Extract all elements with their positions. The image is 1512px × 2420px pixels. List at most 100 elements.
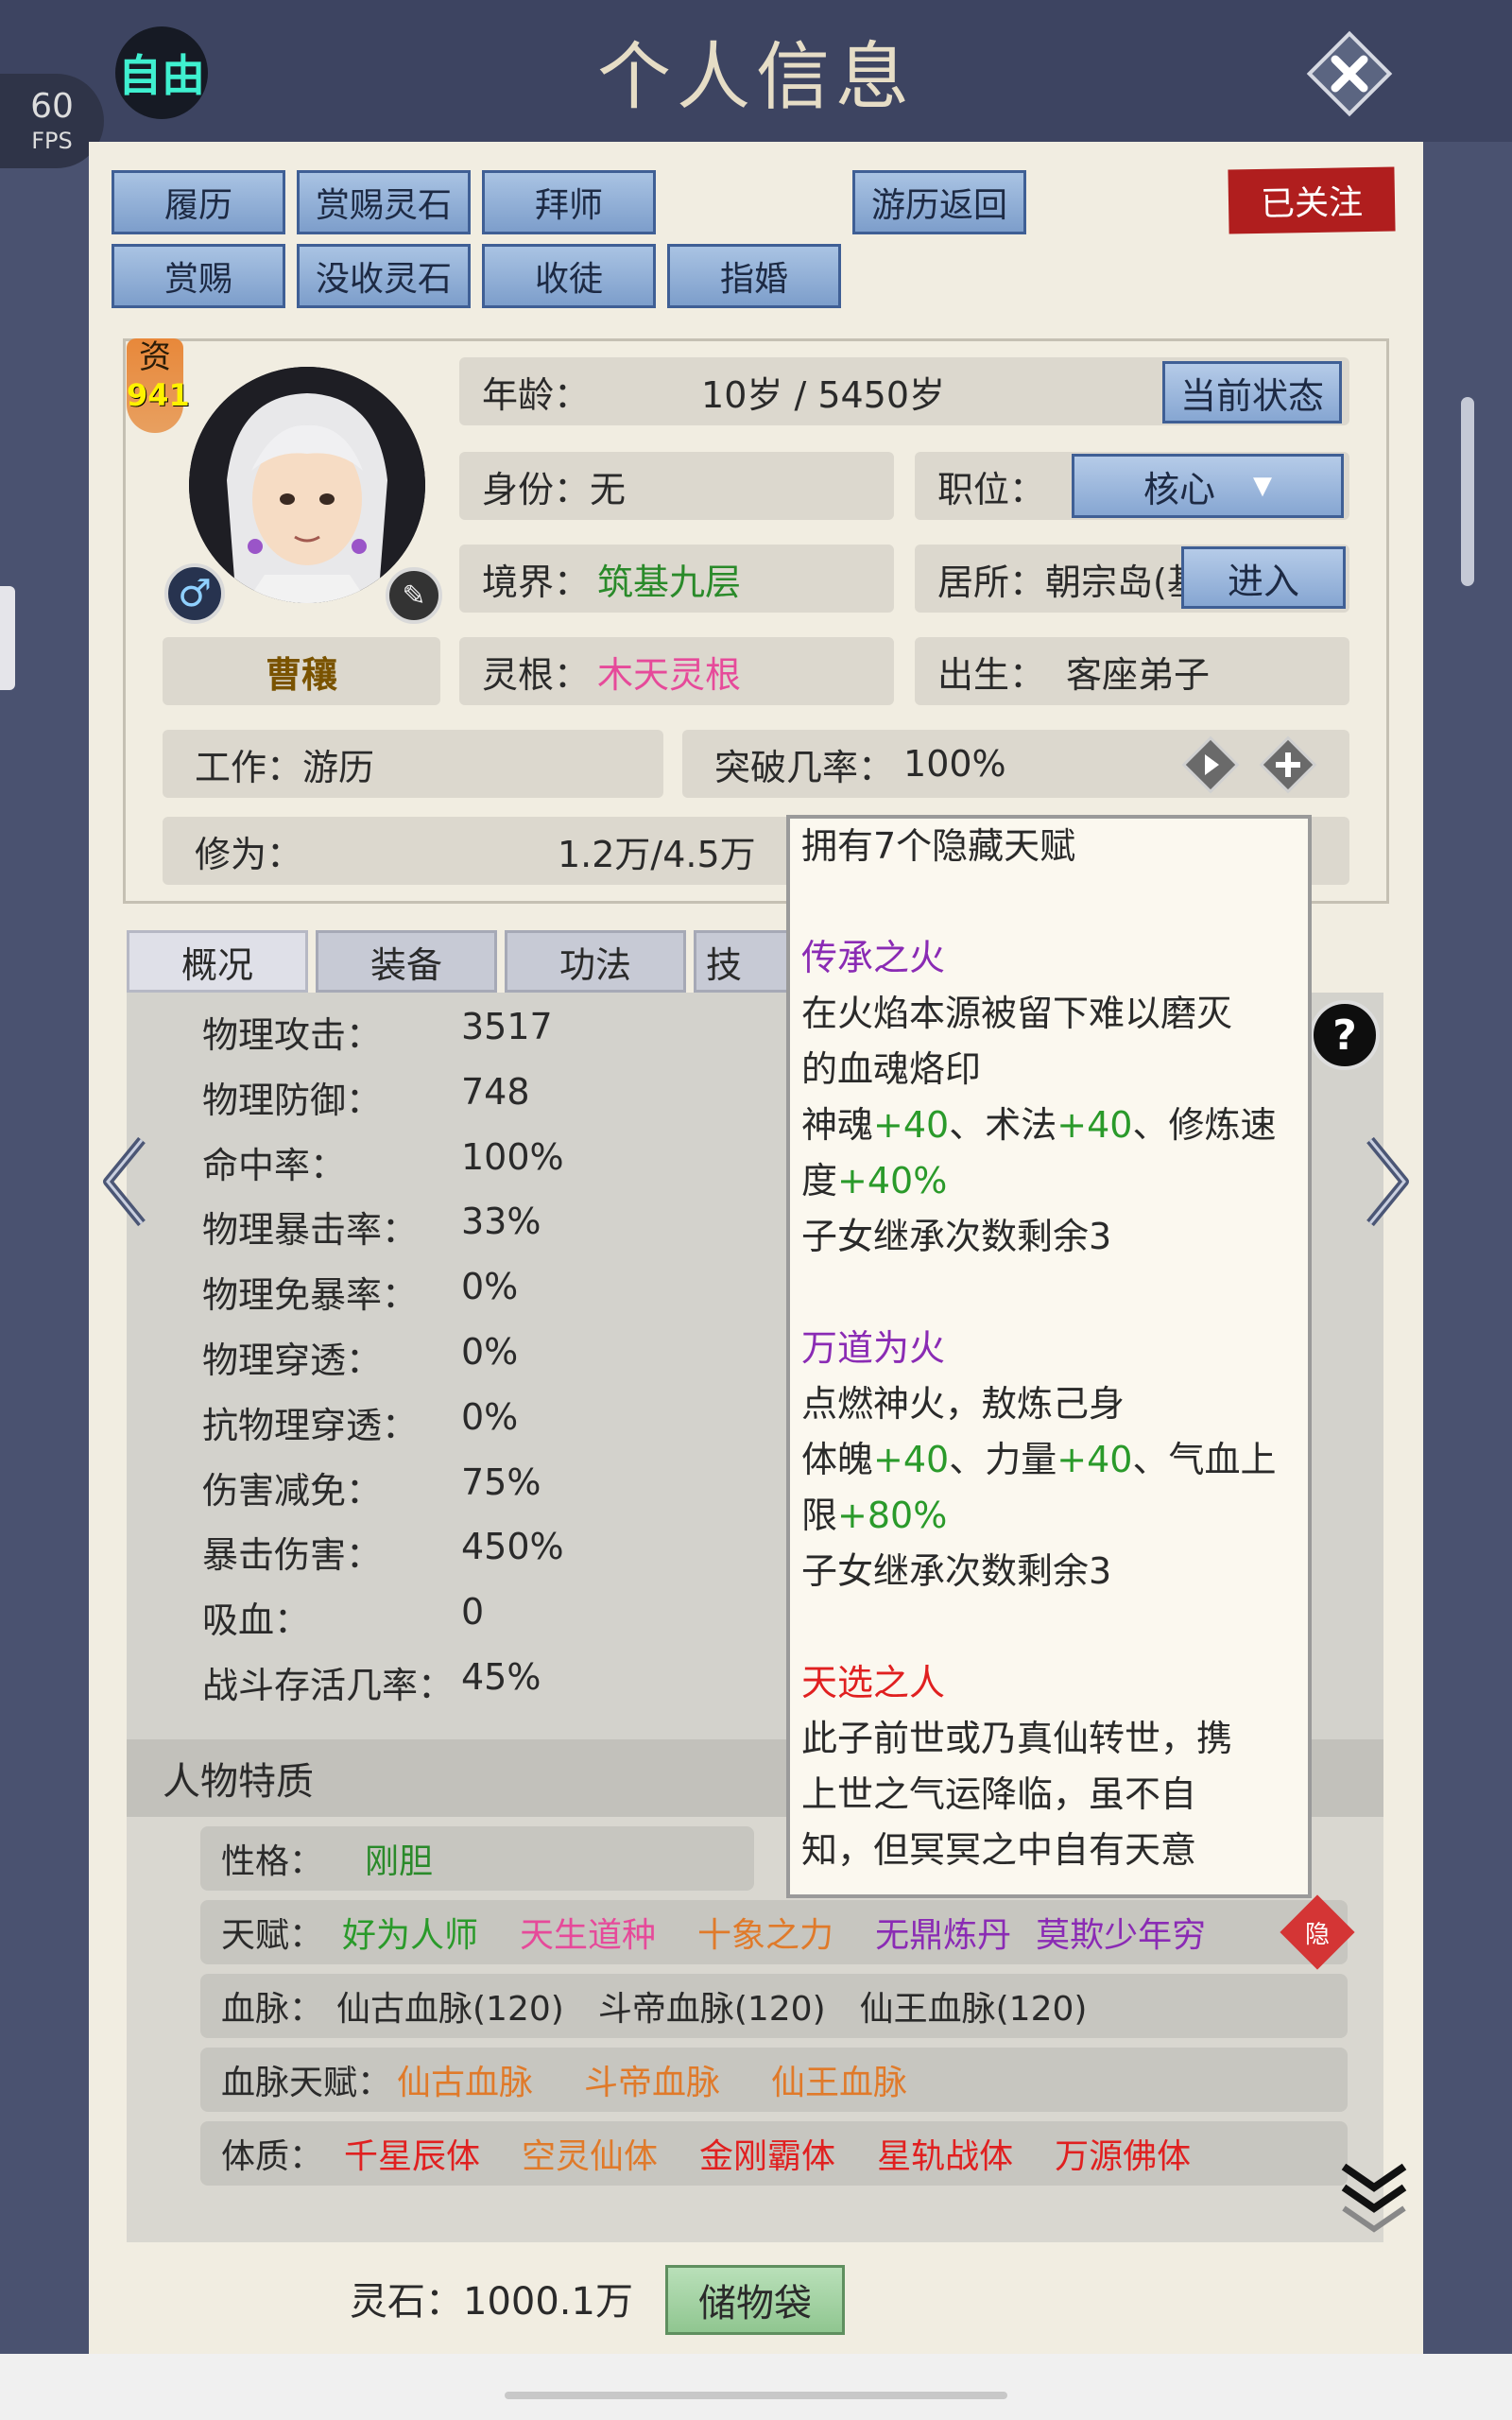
portrait-image bbox=[189, 367, 425, 603]
breakthrough-field: 突破几率： 100% bbox=[682, 730, 1349, 798]
side-handle[interactable] bbox=[0, 586, 15, 690]
reward-stones-button[interactable]: 赏赐灵石 bbox=[297, 170, 471, 234]
bonus-stat: 术法 bbox=[985, 1104, 1057, 1146]
identity-field: 身份： 无 bbox=[459, 452, 894, 520]
constitution-item: 万源佛体 bbox=[1055, 2137, 1192, 2176]
bloodline-label: 血脉： bbox=[221, 1990, 324, 2029]
constitution-label: 体质： bbox=[221, 2137, 324, 2176]
stat-label: 伤害减免： bbox=[202, 1469, 383, 1512]
tab-equipment[interactable]: 装备 bbox=[316, 930, 497, 993]
character-name[interactable]: 曹穰 bbox=[163, 637, 440, 705]
help-icon[interactable]: ? bbox=[1310, 1000, 1380, 1070]
talent-label: 天赋： bbox=[221, 1916, 324, 1955]
position-label: 职位： bbox=[937, 468, 1046, 510]
stat-label: 抗物理穿透： bbox=[202, 1404, 419, 1446]
home-indicator[interactable] bbox=[505, 2392, 1007, 2399]
storage-bag-button[interactable]: 储物袋 bbox=[665, 2265, 845, 2335]
bottom-strip bbox=[0, 2354, 1512, 2420]
constitution-item: 金刚霸体 bbox=[699, 2137, 836, 2176]
stat-label: 物理暴击率： bbox=[202, 1209, 419, 1252]
bonus-value: +40% bbox=[837, 1160, 948, 1201]
chevron-right-icon bbox=[1366, 1136, 1409, 1227]
work-value: 游历 bbox=[302, 746, 375, 788]
hidden-talents-tooltip: 拥有7个隐藏天赋 传承之火 在火焰本源被留下难以磨灭 的血魂烙印 神魂+40、术… bbox=[786, 815, 1312, 1898]
bloodline-talent-row: 血脉天赋： 仙古血脉 斗帝血脉 仙王血脉 bbox=[200, 2048, 1348, 2112]
constitution-item: 星轨战体 bbox=[877, 2137, 1014, 2176]
personality-label: 性格： bbox=[221, 1842, 324, 1881]
fps-value: 60 bbox=[30, 87, 74, 126]
travel-return-button[interactable]: 游历返回 bbox=[852, 170, 1026, 234]
tab-skills[interactable]: 技 bbox=[694, 930, 798, 993]
talent-name-chosen-one: 天选之人 bbox=[801, 1662, 946, 1703]
talent-item[interactable]: 好为人师 bbox=[342, 1908, 478, 1957]
talent-desc: 的血魂烙印 bbox=[801, 1048, 982, 1090]
bonus-stat: 度 bbox=[801, 1160, 838, 1201]
position-value: 核心 bbox=[1143, 468, 1215, 510]
stat-value: 0% bbox=[461, 1395, 519, 1438]
tooltip-intro: 拥有7个隐藏天赋 bbox=[801, 825, 1076, 867]
follow-button[interactable]: 已关注 bbox=[1228, 166, 1396, 234]
arrange-marriage-button[interactable]: 指婚 bbox=[667, 244, 841, 308]
position-select[interactable]: 核心 ▼ bbox=[1072, 454, 1344, 518]
constitution-item: 空灵仙体 bbox=[522, 2137, 659, 2176]
talent-desc: 上世之气运降临，虽不自 bbox=[801, 1773, 1197, 1815]
bonus-sep: 、 bbox=[1132, 1439, 1169, 1480]
talent-row: 天赋： 好为人师 天生道种 十象之力 无鼎炼丹 莫欺少年穷 bbox=[200, 1900, 1348, 1964]
personality-value: 刚胆 bbox=[365, 1842, 434, 1881]
cultivation-value: 1.2万/4.5万 bbox=[558, 833, 756, 875]
aptitude-value: 941 bbox=[127, 377, 190, 413]
history-button[interactable]: 履历 bbox=[112, 170, 285, 234]
tab-overview[interactable]: 概况 bbox=[127, 930, 308, 993]
stat-label: 暴击伤害： bbox=[202, 1534, 383, 1577]
cultivation-label: 修为： bbox=[195, 833, 303, 875]
bonus-value: +80% bbox=[837, 1495, 948, 1536]
breakthrough-play-button[interactable] bbox=[1179, 734, 1242, 800]
confiscate-stones-button[interactable]: 没收灵石 bbox=[297, 244, 471, 308]
reward-button[interactable]: 赏赐 bbox=[112, 244, 285, 308]
talent-item[interactable]: 莫欺少年穷 bbox=[1036, 1908, 1206, 1957]
talent-bonus-line: 体魄+40、力量+40、气血上 bbox=[801, 1432, 1300, 1488]
breakthrough-value: 100% bbox=[903, 743, 1006, 785]
stat-label: 物理穿透： bbox=[202, 1340, 383, 1381]
bloodline-talent-item: 斗帝血脉 bbox=[584, 2064, 721, 2102]
talent-desc: 知，但冥冥之中自有天意 bbox=[801, 1829, 1197, 1871]
stat-label: 物理攻击： bbox=[202, 1014, 383, 1056]
talent-remaining: 子女继承次数剩余3 bbox=[801, 1216, 1112, 1257]
take-disciple-button[interactable]: 收徒 bbox=[482, 244, 656, 308]
avatar[interactable] bbox=[189, 367, 425, 603]
breakthrough-plus-button[interactable] bbox=[1257, 734, 1319, 800]
tab-techniques[interactable]: 功法 bbox=[505, 930, 686, 993]
male-gender-icon: ♂ bbox=[164, 563, 225, 624]
talent-item[interactable]: 天生道种 bbox=[520, 1908, 656, 1957]
current-state-button[interactable]: 当前状态 bbox=[1162, 361, 1342, 424]
talent-item[interactable]: 十象之力 bbox=[697, 1908, 833, 1957]
bonus-stat: 神魂 bbox=[801, 1104, 874, 1146]
stat-value: 33% bbox=[461, 1201, 541, 1243]
talent-item[interactable]: 无鼎炼丹 bbox=[875, 1908, 1011, 1957]
bonus-stat: 气血上 bbox=[1168, 1439, 1277, 1480]
scrollbar[interactable] bbox=[1461, 397, 1474, 586]
stat-value: 45% bbox=[461, 1656, 541, 1698]
stat-value: 0% bbox=[461, 1331, 519, 1373]
apprentice-button[interactable]: 拜师 bbox=[482, 170, 656, 234]
prev-character-button[interactable] bbox=[98, 1134, 151, 1233]
bloodline-item: 仙古血脉(120) bbox=[336, 1990, 564, 2029]
identity-value: 无 bbox=[590, 468, 627, 510]
enter-button[interactable]: 进入 bbox=[1181, 546, 1346, 609]
bonus-stat: 体魄 bbox=[801, 1439, 874, 1480]
close-button[interactable] bbox=[1304, 28, 1395, 119]
stat-value: 100% bbox=[461, 1135, 564, 1178]
edit-pen-icon[interactable]: ✎ bbox=[386, 567, 442, 624]
bloodline-talent-item: 仙王血脉 bbox=[771, 2064, 908, 2102]
realm-value: 筑基九层 bbox=[597, 561, 742, 603]
mode-badge[interactable]: 自由 bbox=[115, 26, 208, 119]
breakthrough-label: 突破几率： bbox=[714, 746, 895, 788]
residence-value: 朝宗岛(基 bbox=[1045, 561, 1203, 603]
constitution-row: 体质： 千星辰体 空灵仙体 金刚霸体 星轨战体 万源佛体 bbox=[200, 2121, 1348, 2186]
talent-bonus-line: 限+80% bbox=[801, 1488, 1300, 1544]
stat-value: 450% bbox=[461, 1526, 564, 1568]
bloodline-item: 仙王血脉(120) bbox=[859, 1990, 1088, 2029]
expand-down-button[interactable] bbox=[1336, 2153, 1412, 2242]
next-character-button[interactable] bbox=[1361, 1134, 1414, 1233]
identity-label: 身份： bbox=[482, 468, 591, 510]
